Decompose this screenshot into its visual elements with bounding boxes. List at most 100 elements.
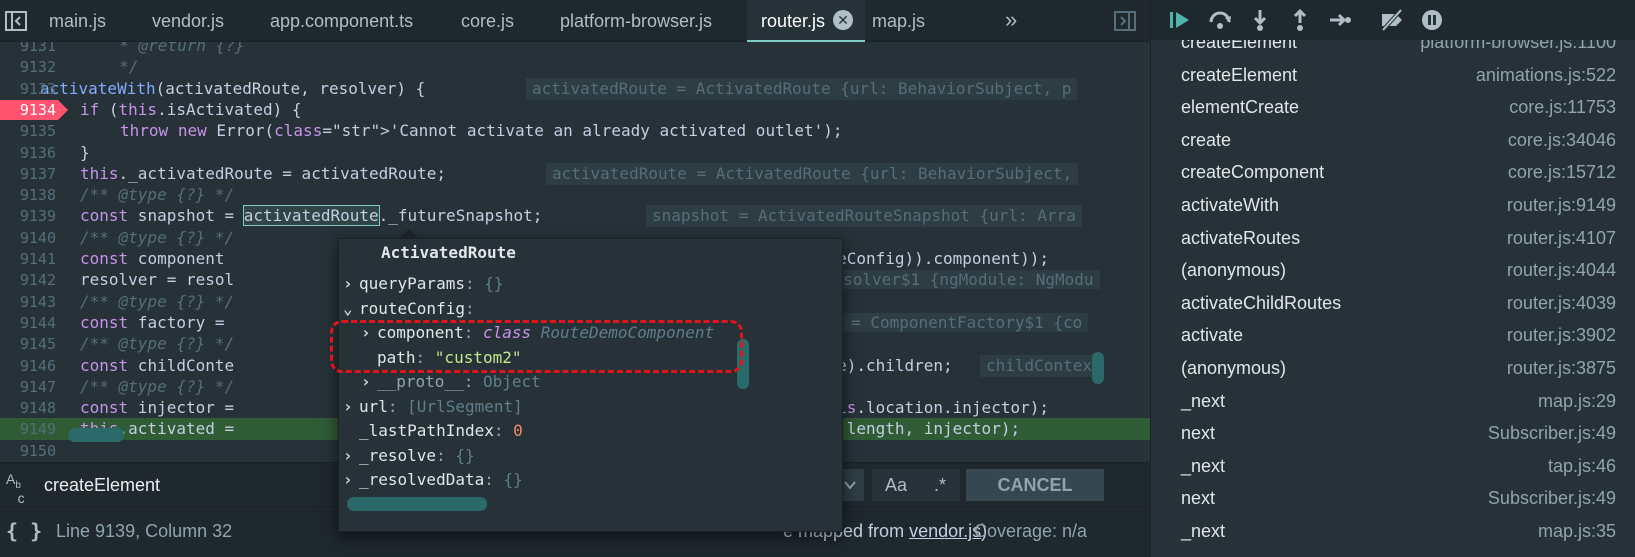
line-number[interactable]: 9145 <box>0 333 60 355</box>
property-row[interactable]: › _resolve: {} <box>343 445 475 467</box>
call-frame[interactable]: createElement platform-browser.js:1100 <box>1151 40 1635 59</box>
line-number[interactable]: 9138 <box>0 184 60 206</box>
call-frame[interactable]: _next map.js:35 <box>1151 515 1635 548</box>
line-number[interactable]: 9150 <box>0 440 60 462</box>
property-separator: : <box>484 470 504 489</box>
property-row[interactable]: › __proto__: Object <box>361 371 541 393</box>
line-number[interactable]: 9135 <box>0 120 60 142</box>
property-value: {} <box>484 274 504 293</box>
step-icon[interactable] <box>1327 8 1353 32</box>
line-number[interactable]: 9143 <box>0 291 60 313</box>
line-number[interactable]: 9136 <box>0 142 60 164</box>
resume-icon[interactable] <box>1167 8 1193 32</box>
pretty-print-icon[interactable]: { } <box>6 519 42 543</box>
line-number[interactable]: 9131 <box>0 42 60 57</box>
line-number[interactable]: 9146 <box>0 355 60 377</box>
call-frame[interactable]: activateChildRoutes router.js:4039 <box>1151 287 1635 320</box>
more-tabs-icon[interactable]: » <box>1005 0 1017 42</box>
match-case-button[interactable]: Aa <box>872 469 920 501</box>
line-number[interactable]: 9134 <box>0 99 60 121</box>
call-frame[interactable]: (anonymous) router.js:4044 <box>1151 254 1635 287</box>
inline-value-preview: activatedRoute = ActivatedRoute {url: Be… <box>546 162 1079 185</box>
call-frame[interactable]: _next map.js:29 <box>1151 385 1635 418</box>
call-frame[interactable]: (anonymous) router.js:3875 <box>1151 352 1635 385</box>
property-row[interactable]: › _resolvedData: {} <box>343 469 523 491</box>
editor-vertical-scrollbar[interactable] <box>1092 352 1104 384</box>
tab-label: main.js <box>49 11 107 31</box>
code-line[interactable]: 9135 throw new Error(class="str">'Cannot … <box>0 120 1150 142</box>
code-line[interactable]: 9139 const snapshot = activatedRoute._fut… <box>0 205 1150 228</box>
call-frame-name: _next <box>1181 455 1226 476</box>
chevron-right-icon[interactable]: › <box>343 445 359 467</box>
call-frame[interactable]: create core.js:34046 <box>1151 124 1635 157</box>
step-into-icon[interactable] <box>1247 8 1273 32</box>
chevron-right-icon[interactable]: › <box>343 396 359 418</box>
call-frame[interactable]: next Subscriber.js:49 <box>1151 482 1635 515</box>
toggle-navigator-icon[interactable] <box>4 9 28 33</box>
property-row[interactable]: › url: [UrlSegment] <box>343 396 523 418</box>
call-frame[interactable]: activateWith router.js:9149 <box>1151 189 1635 222</box>
line-number[interactable]: 9149 <box>0 418 60 440</box>
call-frame[interactable]: next Subscriber.js:49 <box>1151 417 1635 450</box>
code-text: const snapshot = activatedRoute._futureS… <box>80 205 543 227</box>
source-map-link[interactable]: vendor.js <box>909 521 981 541</box>
call-frame[interactable]: activateRoutes router.js:4107 <box>1151 222 1635 255</box>
line-number[interactable]: 9147 <box>0 376 60 398</box>
tab-main-js[interactable]: main.js <box>49 0 106 42</box>
tab-platform-browser-js[interactable]: platform-browser.js <box>560 0 712 42</box>
highlight-annotation <box>330 320 743 373</box>
chevron-down-icon[interactable]: ⌄ <box>343 298 359 320</box>
property-key: routeConfig <box>359 298 465 318</box>
call-frame[interactable]: elementCreate core.js:11753 <box>1151 91 1635 124</box>
code-line[interactable]: 9134 if (this.isActivated) { <box>0 99 1150 121</box>
call-frame[interactable]: createComponent core.js:15712 <box>1151 156 1635 189</box>
line-number[interactable]: 9148 <box>0 397 60 419</box>
inline-value-preview: snapshot = ActivatedRouteSnapshot {url: … <box>646 205 1082 228</box>
property-row[interactable]: _lastPathIndex: 0 <box>343 420 523 442</box>
chevron-right-icon[interactable]: › <box>343 273 359 295</box>
tab-router-js[interactable]: router.js ✕ <box>747 0 866 42</box>
call-frame[interactable]: createElement animations.js:522 <box>1151 59 1635 92</box>
code-line[interactable]: 9138 /** @type {?} */ <box>0 184 1150 206</box>
tab-vendor-js[interactable]: vendor.js <box>152 0 224 42</box>
step-out-icon[interactable] <box>1287 8 1313 32</box>
chevron-right-icon[interactable]: › <box>361 371 377 393</box>
cancel-button[interactable]: CANCEL <box>966 469 1104 501</box>
regex-button[interactable]: .* <box>920 469 960 501</box>
popover-horizontal-scrollbar[interactable] <box>347 497 487 511</box>
property-row[interactable]: › queryParams: {} <box>343 273 504 295</box>
call-frame[interactable]: _next tap.js:46 <box>1151 450 1635 483</box>
code-line[interactable]: 9132 */ <box>0 56 1150 78</box>
call-frame-name: createElement <box>1181 40 1298 52</box>
tab-map-js[interactable]: map.js <box>872 0 925 42</box>
tab-core-js[interactable]: core.js <box>461 0 514 42</box>
chevron-right-icon[interactable]: › <box>343 469 359 491</box>
code-line[interactable]: 9136} <box>0 142 1150 164</box>
line-number[interactable]: 9132 <box>0 56 60 78</box>
property-separator: : <box>464 274 485 293</box>
line-number[interactable]: 9133 <box>0 78 60 100</box>
line-number[interactable]: 9139 <box>0 205 60 227</box>
replace-toggle-icon[interactable]: Ab c <box>6 472 25 505</box>
tab-label: core.js <box>461 11 515 31</box>
line-number[interactable]: 9142 <box>0 269 60 291</box>
tab-app-component-ts[interactable]: app.component.ts <box>270 0 413 42</box>
line-number[interactable]: 9140 <box>0 227 60 249</box>
line-number[interactable]: 9137 <box>0 163 60 185</box>
call-frame[interactable]: activate router.js:3902 <box>1151 319 1635 352</box>
code-line[interactable]: 9137 this._activatedRoute = activatedRout… <box>0 162 1150 185</box>
line-number[interactable]: 9141 <box>0 248 60 270</box>
step-over-icon[interactable] <box>1207 8 1233 32</box>
code-line[interactable]: 9133 activateWith(activatedRoute, resolve… <box>0 77 1150 100</box>
call-frame-name: createComponent <box>1181 162 1325 183</box>
line-number[interactable]: 9144 <box>0 312 60 334</box>
editor-horizontal-scrollbar[interactable] <box>68 428 124 442</box>
toggle-debugger-icon[interactable] <box>1113 9 1137 33</box>
close-icon[interactable]: ✕ <box>833 10 854 30</box>
deactivate-breakpoints-icon[interactable] <box>1379 8 1405 32</box>
pause-on-exceptions-icon[interactable] <box>1419 8 1445 32</box>
call-frame-name: createElement <box>1181 64 1298 85</box>
code-line[interactable]: 9131 * @return {?} <box>0 42 1150 57</box>
property-key: url <box>359 396 388 416</box>
property-row[interactable]: ⌄ routeConfig: <box>343 298 484 320</box>
